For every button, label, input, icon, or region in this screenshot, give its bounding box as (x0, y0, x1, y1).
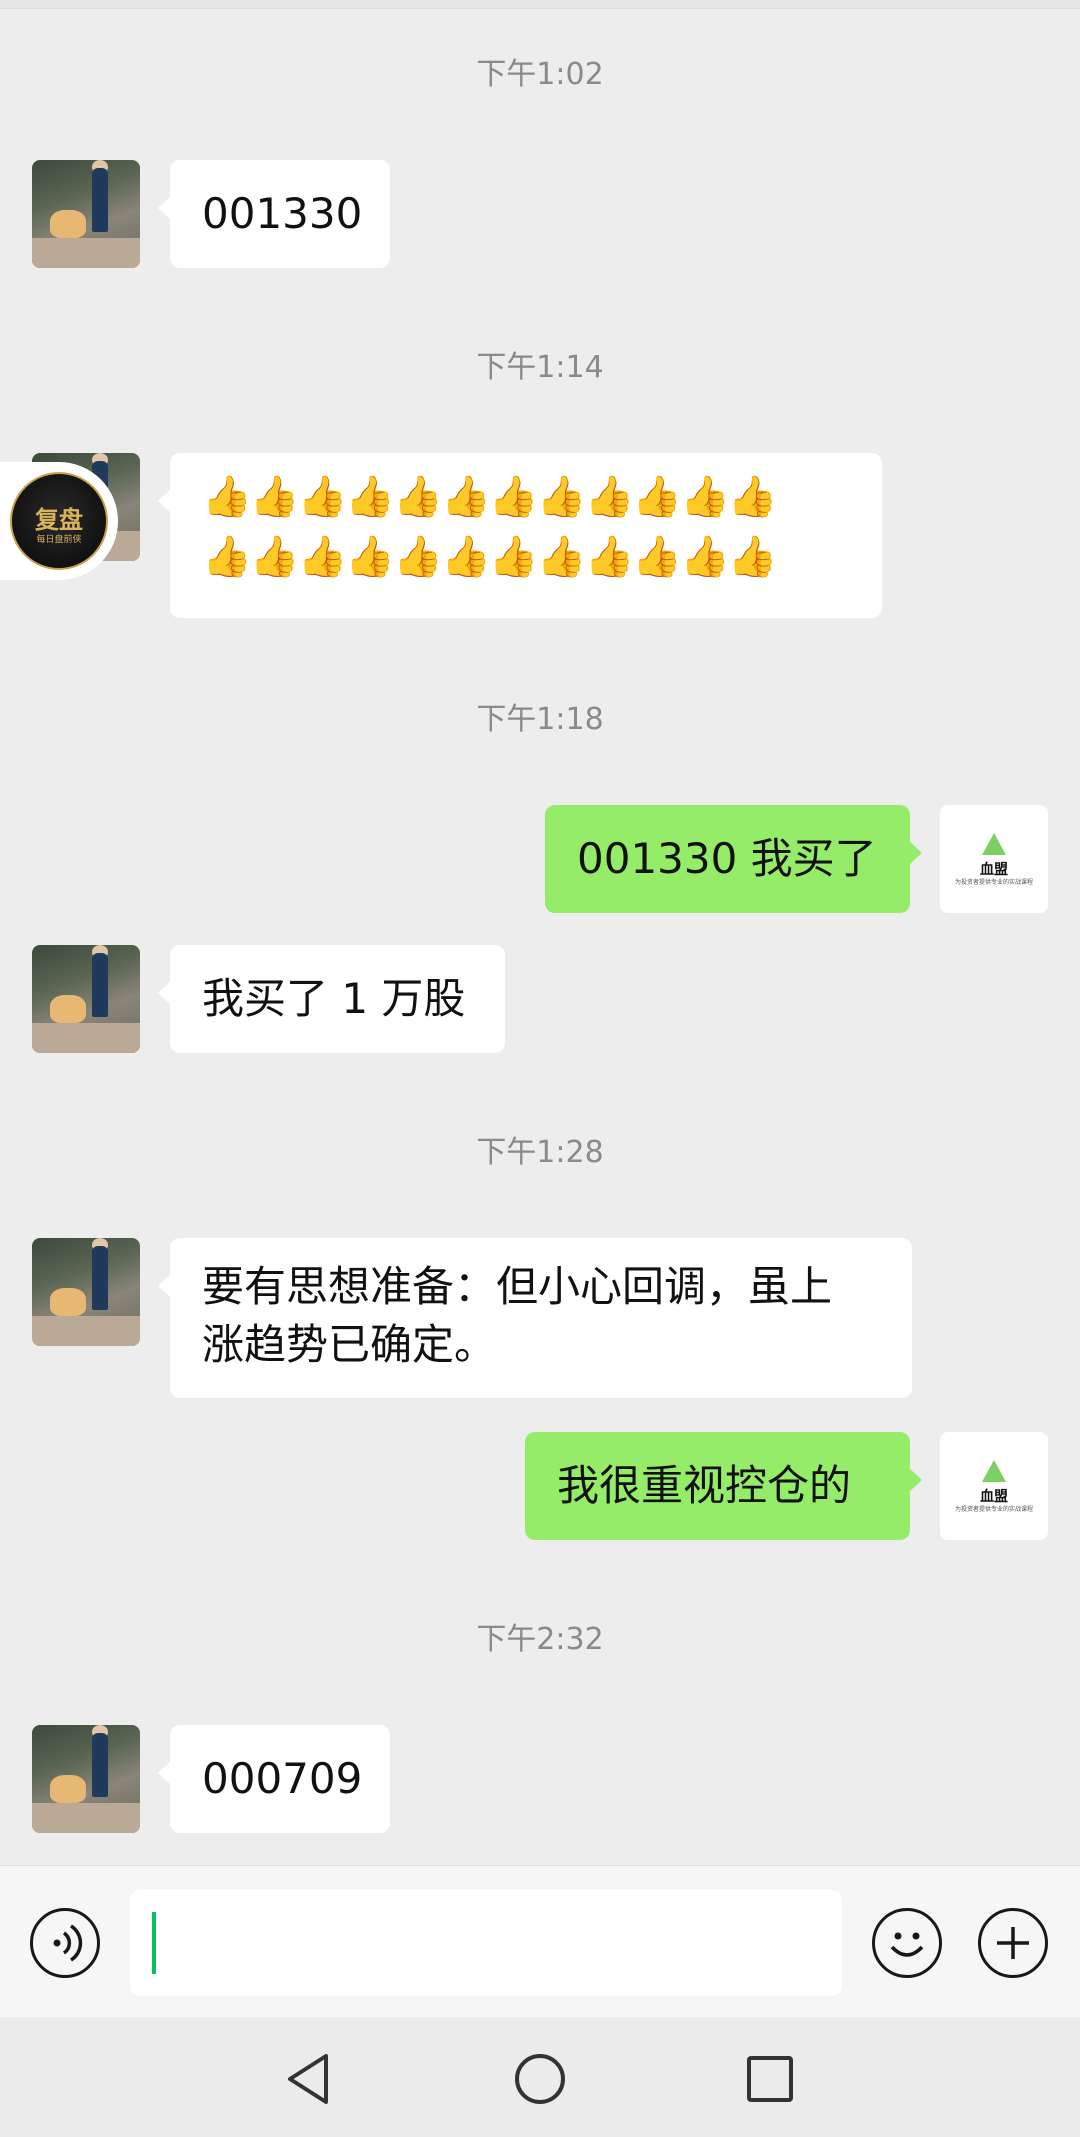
message-text: 000709 (202, 1754, 363, 1803)
badge-title: 复盘 (35, 506, 83, 534)
more-button[interactable] (978, 1908, 1048, 1978)
message-bubble-incoming[interactable]: 我买了 1 万股 (158, 945, 505, 1053)
emoji-thumbs-up-icon: 👍👍👍👍👍👍👍👍👍👍👍👍 (202, 474, 778, 520)
logo-triangle-icon (982, 1460, 1006, 1482)
timestamp: 下午1:14 (476, 350, 604, 385)
contact-avatar[interactable] (32, 1725, 140, 1833)
floating-badge[interactable]: 复盘 每日盘前侠 (0, 462, 118, 580)
self-avatar[interactable]: 血盟 为投资者提供专业的实战课程 (940, 805, 1048, 913)
logo-subtext: 为投资者提供专业的实战课程 (954, 879, 1033, 886)
logo-triangle-icon (982, 833, 1006, 855)
chat-input-bar (0, 1865, 1080, 2018)
home-circle-icon[interactable] (512, 2051, 568, 2107)
timestamp: 下午1:02 (476, 57, 604, 92)
self-avatar[interactable]: 血盟 为投资者提供专业的实战课程 (940, 1432, 1048, 1540)
logo-subtext: 为投资者提供专业的实战课程 (954, 1506, 1033, 1513)
message-text: 我买了 1 万股 (202, 974, 466, 1023)
logo-text: 血盟 (980, 1489, 1008, 1505)
emoji-thumbs-up-icon: 👍👍👍👍👍👍👍👍👍👍👍👍 (202, 534, 778, 580)
contact-avatar[interactable] (32, 1238, 140, 1346)
text-caret (152, 1912, 156, 1974)
message-bubble-incoming[interactable]: 000709 (158, 1725, 390, 1833)
message-bubble-outgoing[interactable]: 001330 我买了 (545, 805, 922, 913)
timestamp: 下午2:32 (476, 1622, 604, 1657)
message-text-line: 要有思想准备：但小心回调，虽上 (202, 1262, 833, 1311)
badge-logo-icon: 复盘 每日盘前侠 (10, 472, 108, 570)
voice-icon (53, 1924, 83, 1962)
emoji-button[interactable] (872, 1908, 942, 1978)
message-text: 001330 (202, 189, 363, 238)
recents-square-icon[interactable] (744, 2053, 796, 2105)
top-divider (0, 0, 1080, 9)
message-text: 我很重视控仓的 (557, 1461, 852, 1510)
voice-button[interactable] (30, 1908, 100, 1978)
message-bubble-incoming[interactable]: 👍👍👍👍👍👍👍👍👍👍👍👍 👍👍👍👍👍👍👍👍👍👍👍👍 (158, 453, 882, 618)
timestamp: 下午1:18 (476, 702, 604, 737)
message-text-line: 涨趋势已确定。 (202, 1320, 497, 1369)
logo-text: 血盟 (980, 862, 1008, 878)
back-triangle-icon[interactable] (282, 2051, 334, 2107)
message-bubble-incoming[interactable]: 要有思想准备：但小心回调，虽上 涨趋势已确定。 (158, 1238, 912, 1398)
contact-avatar[interactable] (32, 160, 140, 268)
message-text: 001330 我买了 (577, 834, 877, 883)
badge-subtitle: 每日盘前侠 (36, 535, 82, 545)
emoji-icon (890, 1932, 924, 1957)
contact-avatar[interactable] (32, 945, 140, 1053)
plus-icon (997, 1927, 1029, 1959)
timestamp: 下午1:28 (476, 1135, 604, 1170)
message-bubble-incoming[interactable]: 001330 (158, 160, 390, 268)
message-bubble-outgoing[interactable]: 我很重视控仓的 (525, 1432, 922, 1540)
message-input[interactable] (130, 1890, 842, 1996)
system-navigation-bar (0, 2017, 1080, 2137)
